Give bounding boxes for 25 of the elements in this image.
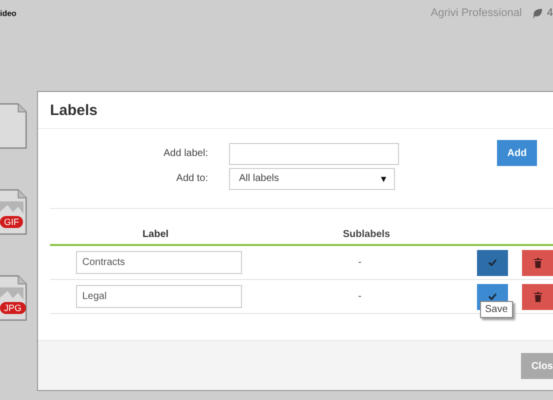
add-label-field[interactable] <box>229 142 399 164</box>
sublabels-cell: - <box>358 257 362 268</box>
account-name: Agrivi Professional <box>430 7 522 19</box>
check-icon <box>488 293 497 300</box>
label-name-field[interactable]: Legal <box>76 285 242 308</box>
file-type-badge: GIF <box>0 216 23 228</box>
menu-label[interactable]: ideo <box>0 9 16 18</box>
column-header: Sublabels <box>342 229 392 240</box>
add-button[interactable]: Add <box>497 140 537 166</box>
label-name-field[interactable]: Contracts <box>76 251 242 274</box>
trash-icon <box>534 258 542 268</box>
leaf-icon <box>532 8 543 19</box>
sublabels-cell: - <box>358 291 362 302</box>
credit-count: 4 <box>546 7 553 19</box>
delete-button[interactable] <box>522 284 553 310</box>
delete-button[interactable] <box>522 250 553 276</box>
file-type-badge: JPG <box>0 302 26 314</box>
add-label-label: Add label: <box>162 148 208 159</box>
add-to-label: Add to: <box>175 173 208 184</box>
add-to-dropdown[interactable]: All labels ▼ <box>229 168 395 190</box>
dialog-title: Labels <box>50 102 98 118</box>
trash-icon <box>534 292 542 302</box>
check-icon <box>488 259 497 266</box>
tooltip: Save <box>480 300 513 318</box>
column-header: Label <box>141 229 170 240</box>
